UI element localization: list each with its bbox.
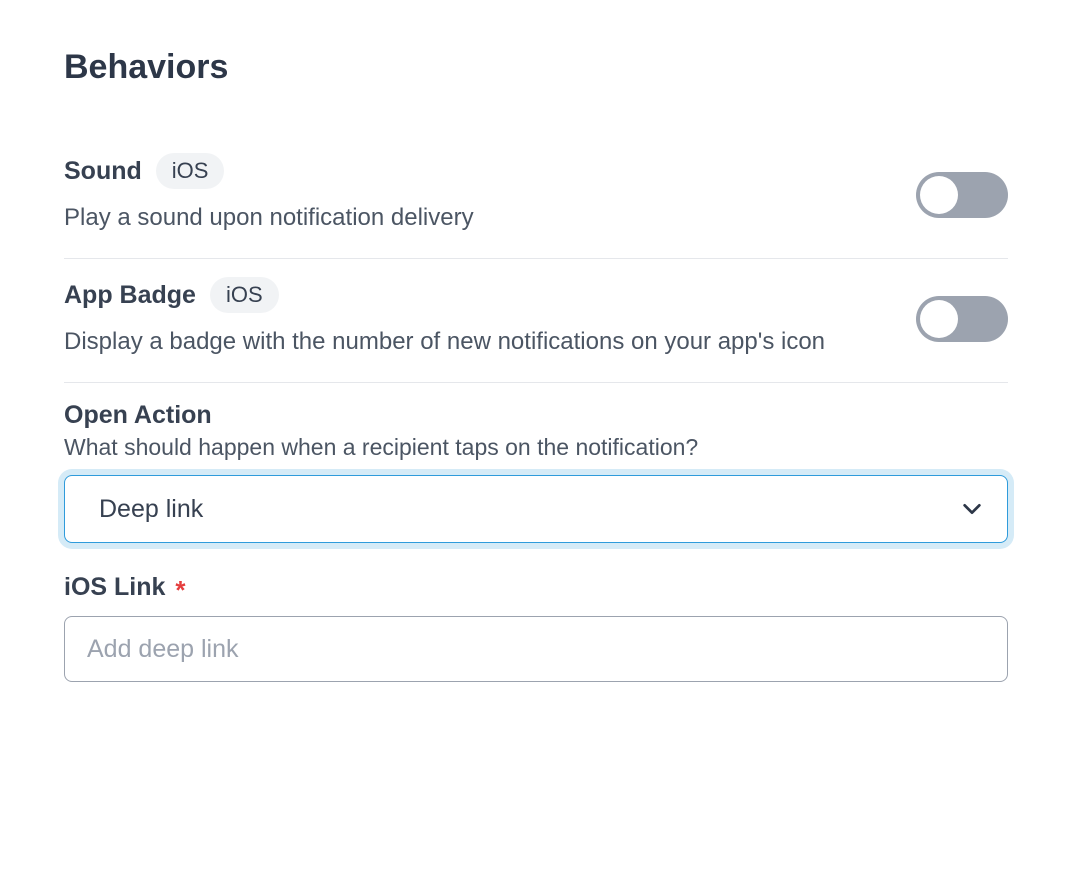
ios-link-input[interactable] <box>64 616 1008 682</box>
ios-link-block: iOS Link * <box>64 573 1008 682</box>
app-badge-label: App Badge <box>64 281 196 310</box>
sound-row: Sound iOS Play a sound upon notification… <box>64 135 1008 259</box>
sound-label: Sound <box>64 157 142 186</box>
app-badge-row: App Badge iOS Display a badge with the n… <box>64 259 1008 383</box>
open-action-label: Open Action <box>64 401 1008 430</box>
sound-description: Play a sound upon notification delivery <box>64 199 892 236</box>
sound-toggle[interactable] <box>916 172 1008 218</box>
behaviors-section: Behaviors Sound iOS Play a sound upon no… <box>0 0 1072 880</box>
app-badge-platform-chip: iOS <box>210 277 279 313</box>
open-action-help: What should happen when a recipient taps… <box>64 434 1008 461</box>
toggle-knob <box>920 300 958 338</box>
section-title: Behaviors <box>64 48 1008 87</box>
chevron-down-icon <box>961 498 983 520</box>
app-badge-text: App Badge iOS Display a badge with the n… <box>64 277 916 360</box>
open-action-select[interactable]: Deep link <box>64 475 1008 543</box>
sound-platform-chip: iOS <box>156 153 225 189</box>
sound-text: Sound iOS Play a sound upon notification… <box>64 153 916 236</box>
app-badge-toggle[interactable] <box>916 296 1008 342</box>
open-action-selected-value: Deep link <box>99 495 203 524</box>
open-action-block: Open Action What should happen when a re… <box>64 383 1008 543</box>
app-badge-description: Display a badge with the number of new n… <box>64 323 892 360</box>
toggle-knob <box>920 176 958 214</box>
required-asterisk-icon: * <box>175 577 185 603</box>
ios-link-label: iOS Link <box>64 573 165 602</box>
